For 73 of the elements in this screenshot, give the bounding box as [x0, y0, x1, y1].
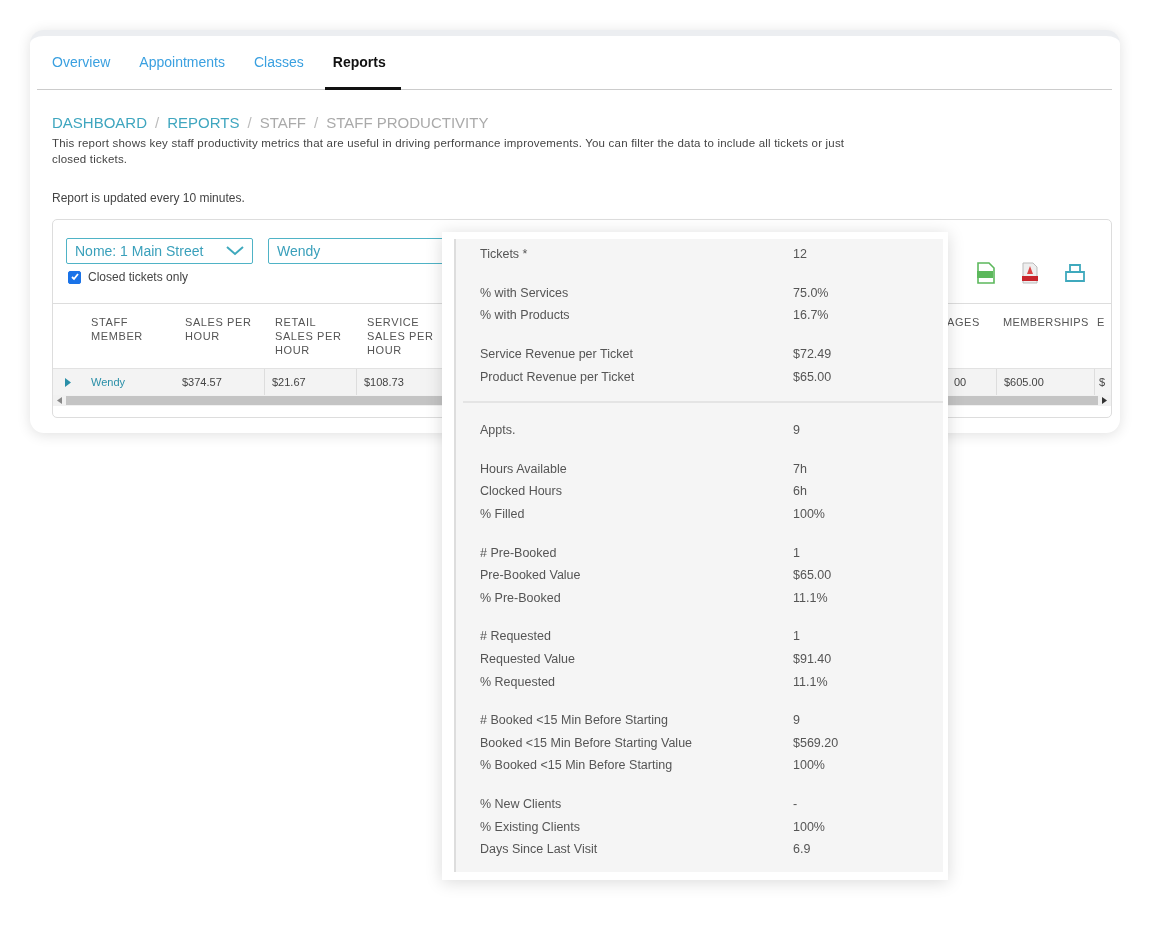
column-header[interactable]: SERVICE SALES PER HOUR: [367, 315, 439, 357]
column-header[interactable]: SALES PER HOUR: [185, 315, 259, 343]
metric-value: 6h: [793, 484, 807, 499]
metric-value: 7h: [793, 461, 807, 476]
metric-label: # Booked <15 Min Before Starting: [480, 713, 669, 728]
scroll-right-icon[interactable]: [1102, 397, 1107, 404]
metric-label: Clocked Hours: [480, 484, 563, 499]
breadcrumb-separator: /: [314, 114, 319, 131]
scroll-left-icon[interactable]: [57, 397, 62, 404]
chevron-down-icon: [226, 246, 244, 256]
metric-value: 100%: [793, 507, 825, 522]
table-cell: $605.00: [1004, 376, 1044, 388]
breadcrumb-item: STAFF: [259, 114, 306, 131]
nav-tab[interactable]: Reports: [324, 36, 401, 90]
table-cell: $108.73: [364, 376, 404, 388]
table-cell: $374.57: [182, 376, 222, 388]
metric-label: % Pre-Booked: [480, 590, 562, 605]
metric-label: # Requested: [480, 629, 552, 644]
metric-label: % Requested: [480, 674, 557, 689]
print-icon[interactable]: [1064, 263, 1086, 283]
breadcrumb-item: STAFF PRODUCTIVITY: [326, 114, 489, 131]
metric-value: 100%: [793, 758, 825, 773]
metric-label: % Filled: [480, 507, 526, 522]
metric-label: Days Since Last Visit: [480, 842, 599, 857]
checkbox-label: Closed tickets only: [88, 270, 189, 284]
metric-value: 12: [793, 247, 807, 262]
checkbox[interactable]: [68, 270, 81, 284]
metric-label: Requested Value: [480, 652, 576, 666]
metric-label: % New Clients: [480, 797, 563, 811]
column-header[interactable]: AGES: [947, 315, 991, 329]
breadcrumb-separator: /: [155, 114, 160, 131]
report-description: This report shows key staff productivity metrics that are useful in driving performance improvements. You can filter the data to include all tickets or just closed tickets.: [52, 136, 846, 167]
metric-label: # Pre-Booked: [480, 545, 558, 560]
metric-value: 16.7%: [793, 308, 829, 323]
metric-value: $65.00: [793, 369, 832, 384]
metric-label: Booked <15 Min Before Starting Value: [480, 735, 694, 750]
metric-value: 9: [793, 713, 800, 728]
expand-triangle-icon[interactable]: [65, 377, 71, 387]
metric-value: $91.40: [793, 652, 832, 666]
metric-label: % Booked <15 Min Before Starting: [480, 758, 674, 773]
staff-link[interactable]: Wendy: [91, 376, 126, 388]
metric-value: 11.1%: [793, 674, 828, 689]
metric-label: Pre-Booked Value: [480, 568, 582, 583]
metric-label: Hours Available: [480, 461, 568, 476]
column-header[interactable]: E: [1097, 315, 1111, 329]
metric-label: % with Services: [480, 285, 570, 300]
column-header[interactable]: STAFF MEMBER: [91, 315, 169, 343]
update-note: Report is updated every 10 minutes.: [52, 191, 246, 205]
table-cell: $: [1099, 376, 1106, 388]
breadcrumb-separator: /: [247, 114, 252, 131]
csv-file-icon[interactable]: [976, 262, 996, 284]
metric-label: Tickets *: [480, 247, 529, 262]
metric-value: 1: [793, 629, 800, 644]
table-cell: $21.67: [272, 376, 306, 388]
metric-label: Service Revenue per Ticket: [480, 347, 634, 362]
metric-value: 100%: [793, 819, 825, 834]
metric-value: 1: [793, 545, 800, 560]
column-header[interactable]: RETAIL SALES PER HOUR: [275, 315, 351, 357]
metric-value: -: [793, 797, 798, 811]
metric-value: 11.1%: [793, 590, 828, 605]
metric-value: $72.49: [793, 347, 832, 362]
metric-value: 75.0%: [793, 285, 829, 300]
metric-value: $65.00: [793, 568, 832, 583]
metric-label: % Existing Clients: [480, 819, 582, 834]
metric-label: Product Revenue per Ticket: [480, 369, 636, 384]
table-cell: 00: [954, 376, 967, 388]
pdf-file-icon[interactable]: [1020, 262, 1040, 284]
metric-value: 6.9: [793, 842, 811, 857]
metric-label: % with Products: [480, 308, 571, 323]
metric-value: 9: [793, 423, 800, 438]
metric-label: Appts.: [480, 423, 517, 438]
column-header[interactable]: MEMBERSHIPS: [1003, 315, 1095, 329]
metric-value: $569.20: [793, 735, 839, 750]
